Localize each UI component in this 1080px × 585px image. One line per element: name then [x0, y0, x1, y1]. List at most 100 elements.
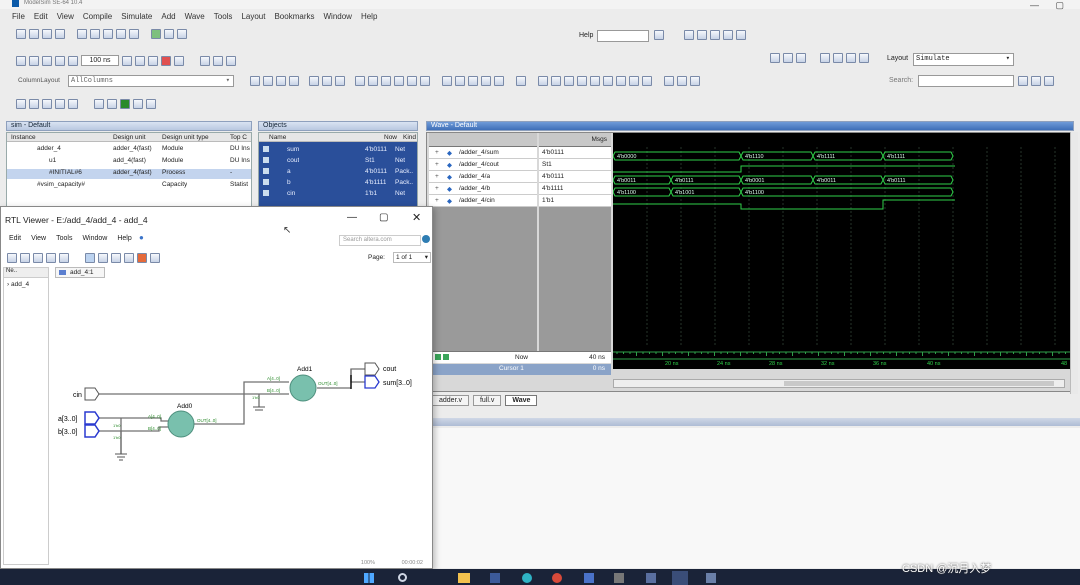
taskbar-search-icon[interactable] [398, 573, 407, 582]
hierarchy-icon[interactable] [33, 253, 43, 263]
sim-row[interactable]: #vsim_capacity# Capacity Statist [7, 181, 251, 191]
wave-search-field[interactable] [918, 75, 1014, 87]
break-icon[interactable] [161, 55, 171, 66]
object-row[interactable]: b 4'b1111 Pack.. [259, 178, 417, 189]
fit-icon[interactable] [111, 253, 121, 263]
edge-5-icon[interactable] [603, 76, 613, 86]
minimize-button[interactable]: — [1030, 0, 1039, 10]
rtl-menu-window[interactable]: Window [82, 235, 107, 242]
compare-icon[interactable] [516, 76, 526, 86]
sim-col-top[interactable]: Top C [230, 134, 247, 141]
undo-icon[interactable] [116, 29, 126, 39]
wave-signal2-icon[interactable] [263, 76, 273, 86]
rtl-menu-tools[interactable]: Tools [56, 235, 72, 242]
edge-rise-icon[interactable] [564, 76, 574, 86]
search-next-icon[interactable] [1031, 76, 1041, 86]
zoom-up-icon[interactable] [770, 53, 780, 63]
sim-col-design-unit[interactable]: Design unit [113, 134, 146, 141]
radix2-icon[interactable] [381, 76, 391, 86]
expand-icon[interactable]: + [435, 161, 439, 168]
start-icon[interactable] [364, 573, 374, 583]
sim-row[interactable]: u1 add_4(fast) Module DU Ins [7, 157, 251, 167]
rtl-search-field[interactable]: Search altera.com [339, 235, 421, 246]
taskbar-explorer-icon[interactable] [458, 573, 470, 583]
wave-signal-row[interactable]: + ◆ /adder_4/cin [429, 195, 537, 207]
cursor-row[interactable]: Cursor 1 0 ns [429, 364, 611, 375]
run-length-field[interactable]: 100 ns [81, 55, 119, 66]
radix-icon[interactable] [368, 76, 378, 86]
schematic-icon[interactable] [107, 99, 117, 109]
scrollbar-thumb[interactable] [784, 381, 1054, 386]
run-all-icon[interactable] [148, 55, 158, 66]
help-globe-icon[interactable]: ● [139, 233, 144, 242]
layout-select[interactable]: Simulate ▾ [913, 53, 1014, 66]
close-button[interactable]: ✕ [412, 211, 421, 224]
hierarchy-item[interactable]: › add_4 [4, 278, 48, 288]
zoom-out-icon[interactable] [124, 253, 134, 263]
help-search-icon[interactable] [654, 30, 664, 40]
tab-full-v[interactable]: full.v [472, 395, 502, 406]
link-icon[interactable] [420, 76, 430, 86]
bus3-icon[interactable] [690, 76, 700, 86]
binoculars-icon[interactable] [164, 29, 174, 39]
edge-fall-icon[interactable] [577, 76, 587, 86]
wave-horizontal-scrollbar[interactable] [613, 379, 1065, 388]
rtl-schematic[interactable]: cin a[3..0] b[3..0] cout sum[3..0] Add0 … [51, 279, 431, 549]
open-icon[interactable] [29, 29, 39, 39]
dataflow-icon[interactable] [94, 99, 104, 109]
sim-row-selected[interactable]: #INITIAL#6 adder_4(fast) Process - [7, 169, 251, 179]
redo-icon[interactable] [129, 29, 139, 39]
wave-signal-row[interactable]: + ◆ /adder_4/a [429, 171, 537, 183]
object-row[interactable]: cout St1 Net [259, 156, 417, 167]
down-arrow-icon[interactable] [55, 55, 65, 66]
rtl-menu-help[interactable]: Help [117, 235, 131, 242]
search-icon[interactable] [422, 235, 430, 243]
copy-icon[interactable] [90, 29, 100, 39]
zoom-mode-icon[interactable] [455, 76, 465, 86]
rtl-menu-edit[interactable]: Edit [9, 235, 21, 242]
info-icon[interactable] [723, 30, 733, 40]
print-icon[interactable] [55, 29, 65, 39]
stop-icon[interactable] [174, 55, 184, 66]
select-icon[interactable] [85, 253, 95, 263]
edge-7-icon[interactable] [629, 76, 639, 86]
bookmark-icon[interactable] [710, 30, 720, 40]
zoom-arrow2-icon[interactable] [796, 53, 806, 63]
zoom-arrow-icon[interactable] [783, 53, 793, 63]
menu-item-compile[interactable]: Compile [83, 12, 112, 21]
taskbar-app-icon[interactable] [490, 573, 500, 583]
menu-item-window[interactable]: Window [323, 12, 351, 21]
settings-icon[interactable] [736, 30, 746, 40]
radix4-icon[interactable] [407, 76, 417, 86]
split-icon[interactable] [335, 76, 345, 86]
edge-6-icon[interactable] [616, 76, 626, 86]
doc-icon[interactable] [697, 30, 707, 40]
compile-icon[interactable] [177, 29, 187, 39]
taskbar-quartus-icon[interactable] [706, 573, 716, 583]
restart-icon[interactable] [68, 55, 78, 66]
magnify-icon[interactable] [98, 253, 108, 263]
step-over-icon[interactable] [29, 55, 39, 66]
expand-icon[interactable]: + [435, 173, 439, 180]
bus2-icon[interactable] [677, 76, 687, 86]
taskbar-app2-icon[interactable] [584, 573, 594, 583]
waveform-canvas[interactable]: 4'b0000 4'b1110 4'b1111 4'b1111 4'b0011 4'b01… [613, 133, 1071, 369]
object-row[interactable]: a 4'b0111 Pack.. [259, 167, 417, 178]
zoom-in-icon[interactable] [16, 99, 26, 109]
sim-col-instance[interactable]: Instance [11, 134, 36, 141]
wave-signal-row[interactable]: + ◆ /adder_4/b [429, 183, 537, 195]
collapse-icon[interactable] [322, 76, 332, 86]
edit-mode-icon[interactable] [468, 76, 478, 86]
taskbar-modelsim-icon[interactable] [672, 571, 688, 585]
green-box-icon[interactable] [120, 99, 130, 109]
expand-icon[interactable]: + [435, 185, 439, 192]
maximize-button[interactable]: ▢ [379, 212, 388, 223]
trace-icon[interactable] [133, 99, 143, 109]
edge-prev-icon[interactable] [538, 76, 548, 86]
menu-item-file[interactable]: File [12, 12, 25, 21]
step-into-icon[interactable] [200, 55, 210, 66]
hand-icon[interactable] [226, 55, 236, 66]
menu-item-layout[interactable]: Layout [241, 12, 265, 21]
zoom-out-icon[interactable] [29, 99, 39, 109]
wave-signal3-icon[interactable] [276, 76, 286, 86]
